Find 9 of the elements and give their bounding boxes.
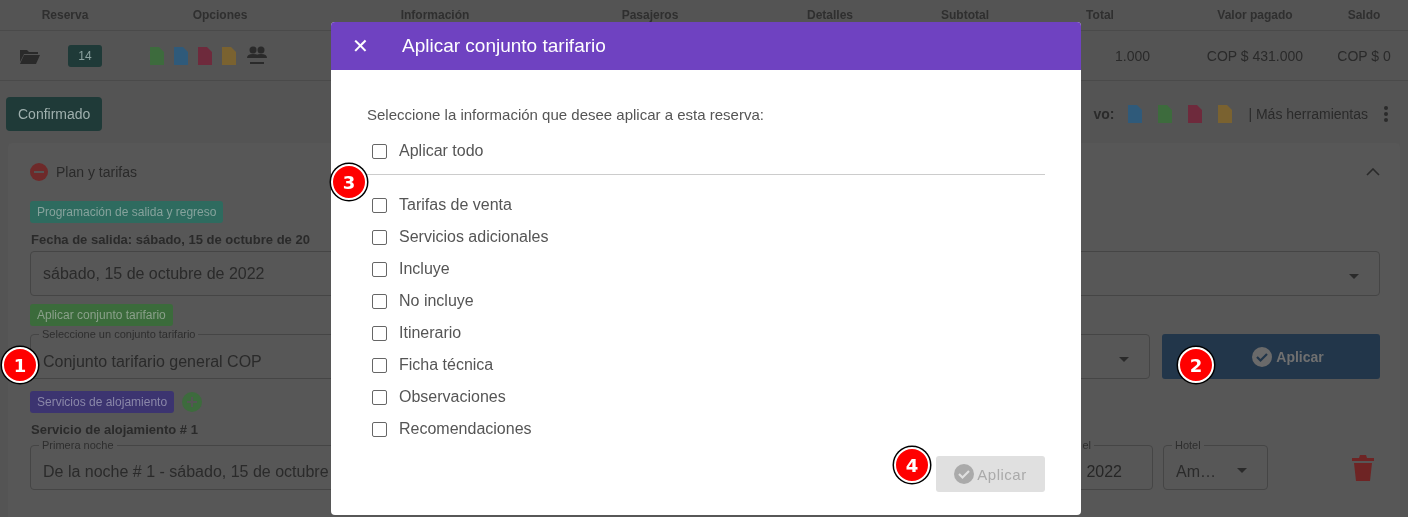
- step-callout-tooltip: 4: [894, 447, 930, 483]
- section-badge: Servicios de alojamiento: [30, 391, 175, 413]
- step-callout-tooltip: 3: [331, 164, 367, 200]
- step-callout-tooltip: 1: [2, 347, 38, 383]
- dialog-title: Aplicar conjunto tarifario: [402, 35, 606, 57]
- section-badge: Programación de salida y regreso: [30, 201, 224, 223]
- section-badge: Aplicar conjunto tarifario: [30, 304, 173, 326]
- step-callout-tooltip: 2: [1178, 347, 1214, 383]
- dialog-prompt: Seleccione la información que desee aplicar a esta reserva:: [367, 106, 765, 123]
